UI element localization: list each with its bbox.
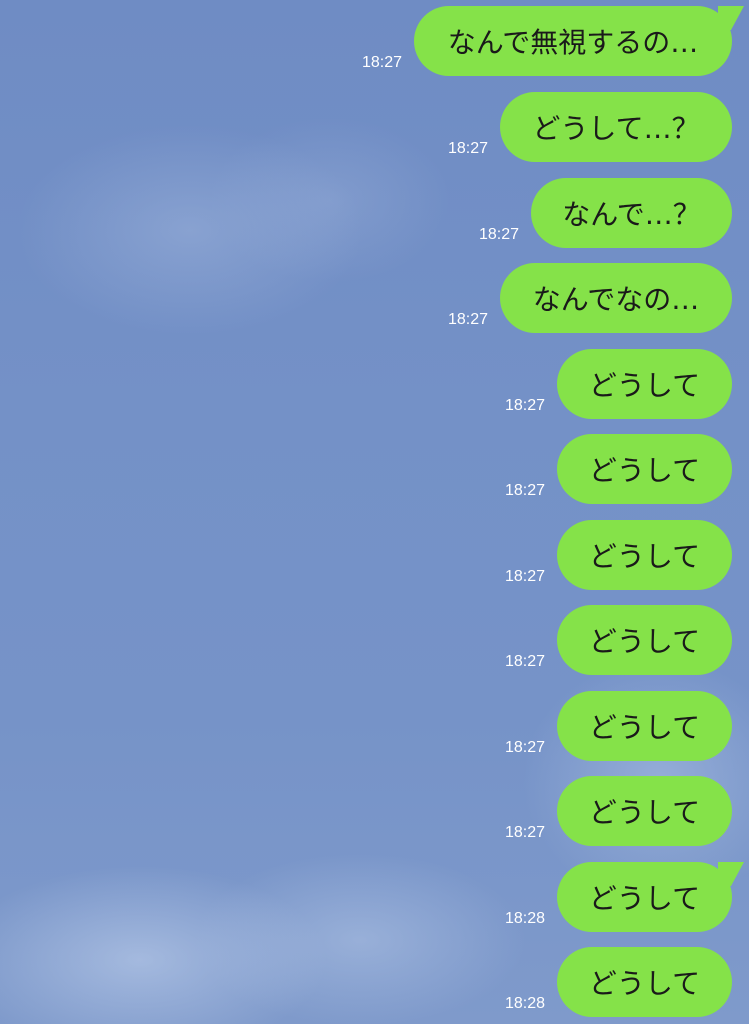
message-row: 18:27 なんで無視するの… xyxy=(362,6,732,76)
message-timestamp: 18:27 xyxy=(504,397,545,414)
message-row: 18:27 どうして xyxy=(505,520,732,590)
message-timestamp: 18:27 xyxy=(504,739,545,756)
message-timestamp: 18:27 xyxy=(504,824,545,841)
sent-message-bubble[interactable]: どうして xyxy=(557,862,732,932)
sent-message-bubble[interactable]: なんで…？ xyxy=(531,178,732,248)
chat-message-log[interactable]: 18:27 なんで無視するの… 18:27 どうして…？ 18:27 なんで…？… xyxy=(0,0,749,1024)
message-row: 18:27 どうして xyxy=(505,605,732,675)
message-row: 18:27 どうして xyxy=(505,776,732,846)
sent-message-bubble[interactable]: どうして xyxy=(557,434,732,504)
message-timestamp: 18:27 xyxy=(447,311,488,328)
message-timestamp: 18:27 xyxy=(504,482,545,499)
message-timestamp: 18:27 xyxy=(504,568,545,585)
sent-message-bubble[interactable]: どうして xyxy=(557,349,732,419)
message-timestamp: 18:27 xyxy=(504,653,545,670)
message-timestamp: 18:28 xyxy=(504,910,545,927)
message-row: 18:27 なんでなの… xyxy=(448,263,732,333)
message-row: 18:27 どうして xyxy=(505,434,732,504)
message-timestamp: 18:28 xyxy=(504,995,545,1012)
sent-message-bubble[interactable]: どうして xyxy=(557,776,732,846)
message-timestamp: 18:27 xyxy=(447,140,488,157)
message-row: 18:28 どうして xyxy=(505,947,732,1017)
message-row: 18:27 どうして xyxy=(505,691,732,761)
message-row: 18:27 どうして…？ xyxy=(448,92,732,162)
sent-message-bubble[interactable]: どうして xyxy=(557,605,732,675)
sent-message-bubble[interactable]: なんでなの… xyxy=(500,263,732,333)
sent-message-bubble[interactable]: なんで無視するの… xyxy=(414,6,732,76)
message-timestamp: 18:27 xyxy=(478,226,519,243)
message-row: 18:28 どうして xyxy=(505,862,732,932)
message-timestamp: 18:27 xyxy=(361,54,402,71)
sent-message-bubble[interactable]: どうして xyxy=(557,691,732,761)
sent-message-bubble[interactable]: どうして xyxy=(557,947,732,1017)
sent-message-bubble[interactable]: どうして xyxy=(557,520,732,590)
message-row: 18:27 なんで…？ xyxy=(479,178,732,248)
message-row: 18:27 どうして xyxy=(505,349,732,419)
sent-message-bubble[interactable]: どうして…？ xyxy=(500,92,732,162)
